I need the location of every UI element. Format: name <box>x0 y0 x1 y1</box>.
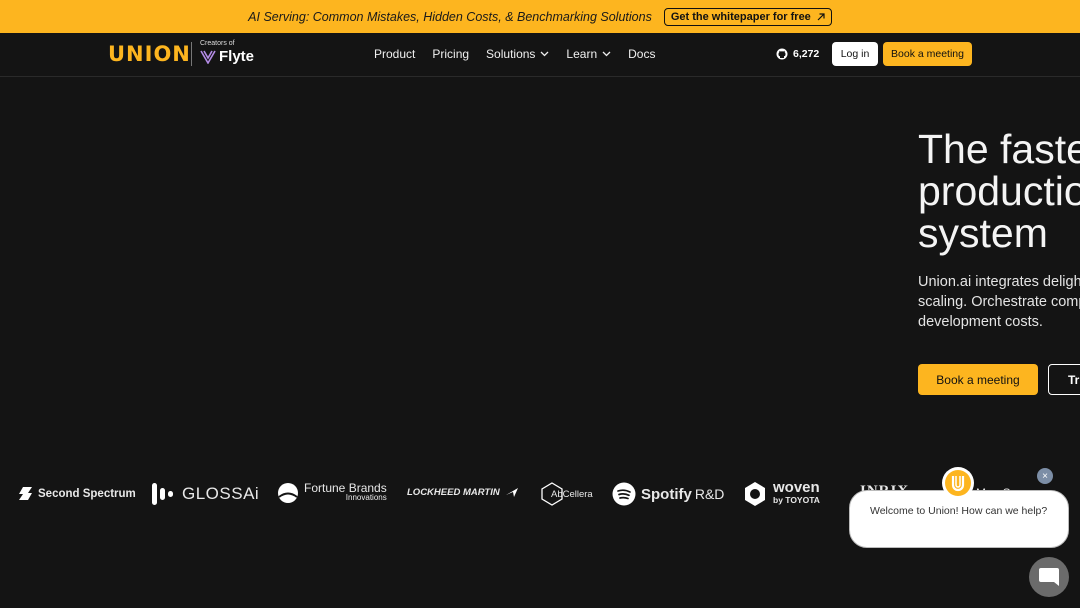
glossai-icon <box>152 483 173 505</box>
customer-name: Second Spectrum <box>38 487 136 500</box>
nav-docs[interactable]: Docs <box>628 47 655 61</box>
nav-links: Product Pricing Solutions Learn Docs <box>374 47 655 61</box>
hero-desc-line: development costs. <box>918 314 1043 330</box>
chevron-down-icon <box>540 51 549 57</box>
customer-name: Spotify <box>641 485 692 503</box>
banner-text: AI Serving: Common Mistakes, Hidden Cost… <box>248 9 652 24</box>
nav-solutions-label: Solutions <box>486 47 536 61</box>
nav-product-label: Product <box>374 47 416 61</box>
customer-name: LOCKHEED MARTIN <box>407 486 500 498</box>
hero-title-line: The fastes <box>918 126 1080 172</box>
customer-logo-woven: woven by TOYOTA <box>742 479 820 507</box>
arrow-up-right-icon <box>817 12 825 20</box>
chat-launcher-button[interactable] <box>1029 557 1069 597</box>
hero-desc-line: scaling. Orchestrate comp <box>918 294 1080 310</box>
customer-name: Fortune Brands <box>304 481 387 495</box>
union-mark-icon <box>945 470 971 496</box>
customer-name: AbCellera <box>551 488 593 500</box>
book-meeting-hero-button[interactable]: Book a meeting <box>918 364 1038 395</box>
logo-divider <box>191 42 192 66</box>
customer-name: woven <box>773 479 820 496</box>
union-logo[interactable]: UNION <box>108 42 191 66</box>
nav-solutions[interactable]: Solutions <box>486 47 549 61</box>
customer-logo-glossai: GLOSSAi <box>151 482 259 506</box>
chat-avatar <box>942 467 974 499</box>
hero-title-line: system <box>918 210 1048 256</box>
customer-logo-abcellera: AbCellera <box>540 482 593 506</box>
customer-logo-second-spectrum: Second Spectrum <box>18 486 136 501</box>
hero-title-line: productio <box>918 168 1080 214</box>
flyte-badge[interactable]: Creators of Flyte <box>200 40 254 65</box>
woven-icon <box>745 482 765 506</box>
customer-name: GLOSSAi <box>182 484 260 503</box>
creators-of-label: Creators of <box>200 40 235 47</box>
customer-suffix: R&D <box>694 486 725 502</box>
spotify-icon <box>612 482 636 506</box>
nav-learn[interactable]: Learn <box>566 47 611 61</box>
hero-desc-line: Union.ai integrates deligh <box>918 274 1080 290</box>
promo-banner: AI Serving: Common Mistakes, Hidden Cost… <box>0 0 1080 33</box>
customer-logo-lockheed-martin: LOCKHEED MARTIN <box>407 486 519 498</box>
hero-description: Union.ai integrates deligh scaling. Orch… <box>918 272 1080 332</box>
github-stars-count: 6,272 <box>793 48 820 60</box>
whitepaper-link-label: Get the whitepaper for free <box>670 10 811 23</box>
nav-pricing[interactable]: Pricing <box>432 47 469 61</box>
customer-logo-fortune-brands: Fortune Brands Innovations <box>277 482 387 504</box>
chat-bubble-icon <box>1039 568 1059 586</box>
star-icon <box>505 488 518 497</box>
flyte-label: Flyte <box>219 48 255 65</box>
chevron-down-icon <box>602 51 611 57</box>
customer-logo-spotify: Spotify R&D <box>612 482 724 506</box>
chat-close-button[interactable]: × <box>1037 468 1053 484</box>
second-spectrum-icon <box>19 487 32 500</box>
nav-pricing-label: Pricing <box>432 47 470 61</box>
login-button[interactable]: Log in <box>832 42 878 66</box>
top-nav: UNION Creators of Flyte Product Pricing … <box>0 33 1080 77</box>
hero-title: The fastes productio system <box>918 128 1080 254</box>
chat-greeting: Welcome to Union! How can we help? <box>870 505 1048 517</box>
nav-product[interactable]: Product <box>374 47 415 61</box>
flyte-icon <box>200 50 216 64</box>
fortune-brands-icon <box>278 483 298 503</box>
customer-sub: Innovations <box>345 493 387 502</box>
github-icon <box>776 48 788 60</box>
try-button[interactable]: Tr <box>1048 364 1080 395</box>
github-stars-link[interactable]: 6,272 <box>776 48 819 60</box>
whitepaper-link[interactable]: Get the whitepaper for free <box>663 7 832 26</box>
close-icon: × <box>1042 470 1048 482</box>
nav-docs-label: Docs <box>628 47 656 61</box>
nav-learn-label: Learn <box>566 47 598 61</box>
customer-sub: by TOYOTA <box>773 495 820 505</box>
book-meeting-nav-button[interactable]: Book a meeting <box>883 42 972 66</box>
